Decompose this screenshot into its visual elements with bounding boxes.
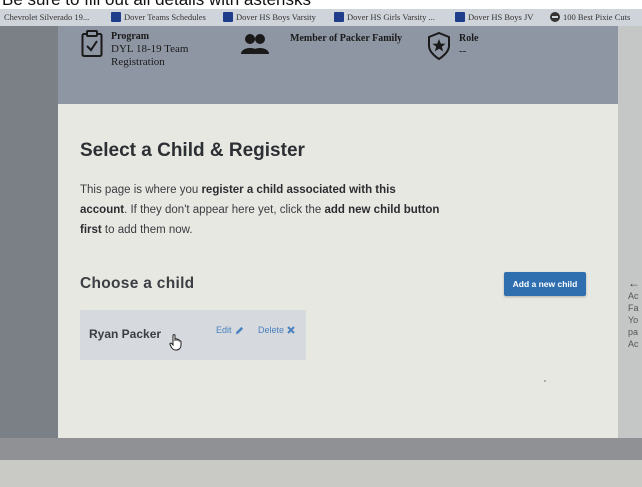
side-line: Yo (628, 315, 639, 325)
choose-child-heading: Choose a child (80, 275, 195, 292)
close-icon (287, 326, 295, 334)
screen-left-edge (0, 26, 58, 461)
page-description: This page is where you register a child … (80, 180, 440, 240)
side-line: pa (628, 327, 639, 337)
side-line: Ac (628, 339, 639, 349)
page-title: Select a Child & Register (80, 140, 305, 161)
role-label: Role (459, 33, 479, 44)
site-favicon-icon (334, 12, 344, 22)
program-info: Program DYL 18-19 Team Registration (81, 30, 211, 69)
bookmark-pixie-cuts[interactable]: 100 Best Pixie Cuts (550, 12, 630, 22)
bookmark-boys-varsity[interactable]: Dover HS Boys Varsity (223, 12, 316, 22)
role-value: -- (459, 45, 467, 57)
screen-speck (544, 380, 546, 382)
delete-child-link[interactable]: Delete (258, 325, 295, 335)
bookmark-label: Dover HS Boys Varsity (236, 12, 316, 22)
clipboard-check-icon (81, 30, 103, 69)
child-name[interactable]: Ryan Packer (89, 327, 161, 341)
add-new-child-button[interactable]: Add a new child (504, 272, 586, 296)
desk-surface (0, 460, 642, 487)
program-value: DYL 18-19 Team Registration (111, 43, 189, 68)
edit-child-link[interactable]: Edit (216, 325, 244, 335)
globe-icon (550, 12, 560, 22)
side-panel-text: ← Ac Fa Yo pa Ac (628, 277, 640, 350)
child-card[interactable]: Ryan Packer Edit Delete (80, 310, 306, 360)
bookmark-girls-varsity[interactable]: Dover HS Girls Varsity ... (334, 12, 435, 22)
main-content: Select a Child & Register This page is w… (58, 104, 618, 438)
screen-bottom-edge (0, 438, 642, 487)
desc-part: . If they don't appear here yet, click t… (124, 204, 325, 216)
registration-header: Program DYL 18-19 Team Registration Memb… (58, 26, 618, 104)
side-line: Fa (628, 303, 639, 313)
edit-label: Edit (216, 325, 232, 335)
bookmark-dover-teams[interactable]: Dover Teams Schedules (111, 12, 206, 22)
site-favicon-icon (455, 12, 465, 22)
program-label: Program (111, 31, 150, 42)
site-favicon-icon (111, 12, 121, 22)
desc-part: to add them now. (101, 224, 193, 236)
family-info: Member of Packer Family (240, 32, 402, 56)
bookmarks-bar: Chevrolet Silverado 19... Dover Teams Sc… (0, 9, 642, 27)
hand-cursor-icon (169, 334, 182, 351)
bookmark-label: Chevrolet Silverado 19... (4, 12, 90, 22)
family-label: Member of Packer Family (290, 33, 403, 44)
caption-text: Be sure to fill out all details with ast… (0, 0, 642, 9)
bookmark-label: 100 Best Pixie Cuts (563, 12, 631, 22)
desc-part: This page is where you (80, 184, 202, 196)
bookmark-label: Dover HS Girls Varsity ... (347, 12, 435, 22)
bookmark-label: Dover HS Boys JV (468, 12, 534, 22)
side-line: Ac (628, 291, 639, 301)
users-icon (240, 32, 270, 56)
bookmark-chevrolet[interactable]: Chevrolet Silverado 19... (4, 12, 89, 22)
bookmark-label: Dover Teams Schedules (124, 12, 206, 22)
delete-label: Delete (258, 325, 285, 335)
pencil-icon (235, 326, 243, 334)
site-favicon-icon (223, 12, 233, 22)
arrow-left-icon[interactable]: ← (628, 277, 640, 289)
role-info: Role -- (427, 32, 478, 60)
bookmark-boys-jv[interactable]: Dover HS Boys JV (455, 12, 533, 22)
side-panel (618, 26, 642, 461)
star-badge-icon (427, 32, 451, 60)
